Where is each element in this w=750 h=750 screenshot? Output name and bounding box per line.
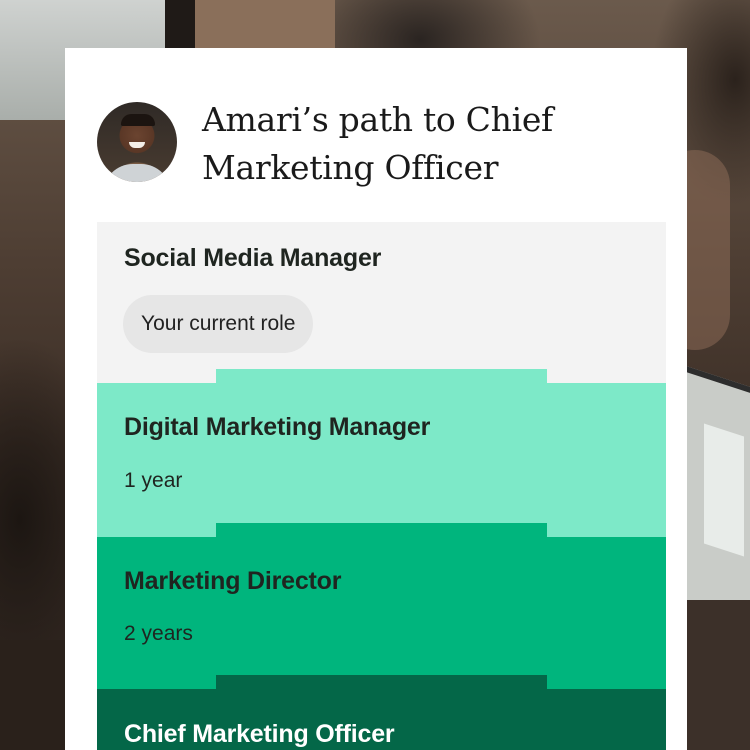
path-step: Digital Marketing Manager 1 year: [97, 369, 666, 537]
role-duration: 2 years: [124, 622, 193, 645]
current-role-step: Social Media Manager Your current role: [97, 222, 666, 383]
background-wall: [195, 0, 335, 48]
role-name: Digital Marketing Manager: [124, 413, 431, 441]
role-name: Marketing Director: [124, 567, 342, 595]
path-step: Marketing Director 2 years: [97, 523, 666, 689]
role-name: Chief Marketing Officer: [124, 720, 395, 748]
page-title: Amari’s path to Chief Marketing Officer: [202, 100, 553, 187]
role-duration: 1 year: [124, 469, 183, 492]
background-laptop-screen: [704, 423, 744, 557]
avatar-hair: [121, 114, 155, 126]
avatar-shirt: [103, 164, 171, 182]
avatar: [97, 102, 177, 182]
step-connector: [216, 523, 547, 537]
career-path-card: Amari’s path to Chief Marketing Officer …: [65, 48, 687, 750]
current-role-badge: Your current role: [123, 295, 314, 353]
path-step: Chief Marketing Officer: [97, 675, 666, 750]
background-desk: [0, 640, 70, 750]
avatar-smile: [129, 142, 145, 148]
step-connector: [216, 369, 547, 383]
role-name: Social Media Manager: [124, 244, 382, 272]
card-header: Amari’s path to Chief Marketing Officer: [97, 100, 667, 212]
background-table: [680, 600, 750, 750]
step-connector: [216, 675, 547, 689]
